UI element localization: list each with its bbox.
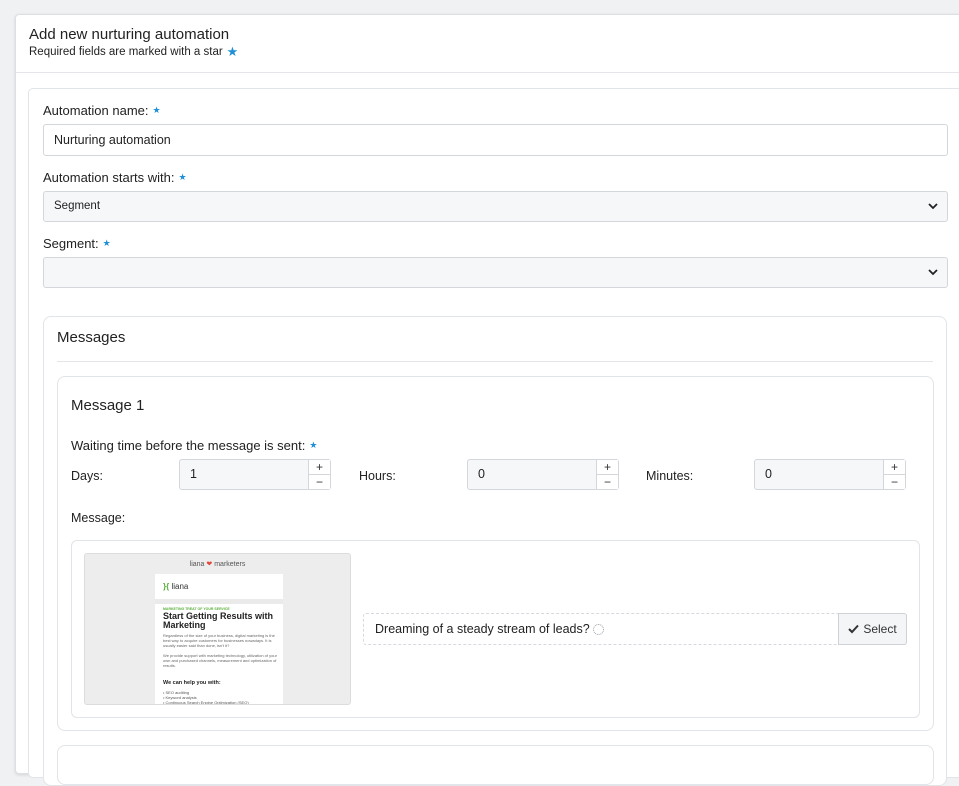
minutes-stepper-buttons: + − (883, 460, 905, 489)
chevron-down-icon (928, 203, 938, 210)
hours-value: 0 (478, 467, 485, 481)
increment-button[interactable]: + (309, 460, 330, 475)
days-value: 1 (190, 467, 197, 481)
decrement-button[interactable]: − (309, 475, 330, 490)
message-select-field[interactable]: Dreaming of a steady stream of leads? Se… (363, 613, 907, 645)
minutes-stepper[interactable]: 0 + − (754, 459, 906, 490)
required-star-icon: ★ (309, 440, 318, 450)
loading-spinner-icon (592, 623, 604, 635)
starts-with-label-text: Automation starts with: (43, 170, 175, 185)
message-selector-box: liana ❤ marketers }{ liana MARKETING TRE… (71, 540, 920, 718)
page-title: Add new nurturing automation (29, 26, 230, 43)
preview-header: liana ❤ marketers (85, 560, 350, 568)
preview-list-item: • Continuous Search Engine Optimization … (163, 700, 249, 705)
preview-document: }{ liana MARKETING TREAT OF YOUR SERVICE… (155, 574, 283, 705)
messages-panel: Messages Message 1 Waiting time before t… (43, 316, 947, 786)
preview-paragraph: Regardless of the size of your business,… (163, 633, 275, 648)
waiting-time-label-text: Waiting time before the message is sent: (71, 438, 306, 453)
segment-label: Segment: ★ (43, 236, 111, 251)
star-icon: ★ (226, 44, 239, 59)
message-card: Message 1 Waiting time before the messag… (57, 376, 934, 731)
message-label: Message: (71, 511, 126, 525)
messages-title: Messages (57, 329, 126, 346)
form-panel: Automation name: ★ Automation starts wit… (28, 88, 959, 786)
selected-message-text: Dreaming of a steady stream of leads? (375, 622, 590, 636)
preview-subheading: We can help you with: (163, 680, 221, 686)
hours-stepper-buttons: + − (596, 460, 618, 489)
preview-paragraph: We provide support with marketing techno… (163, 653, 277, 668)
days-stepper-buttons: + − (308, 460, 330, 489)
page-subtitle: Required fields are marked with a star ★ (29, 45, 238, 58)
minutes-label: Minutes: (646, 469, 694, 483)
preview-headline: Start Getting Results with Marketing (163, 611, 274, 630)
preview-header-tail: marketers (214, 561, 246, 568)
hours-label: Hours: (359, 469, 396, 483)
message-card-next (57, 745, 934, 785)
select-button-label: Select (863, 622, 897, 636)
subtitle-text: Required fields are marked with a star (29, 45, 223, 58)
preview-logo: }{ liana (163, 582, 188, 591)
select-button[interactable]: Select (838, 613, 907, 645)
chevron-down-icon (928, 269, 938, 276)
message-title: Message 1 (71, 397, 145, 414)
automation-card: Add new nurturing automation Required fi… (15, 14, 959, 786)
starts-with-value: Segment (54, 200, 101, 212)
messages-divider (57, 361, 933, 362)
logo-mark-icon: }{ (163, 582, 170, 591)
starts-with-select[interactable]: Segment (43, 191, 948, 222)
preview-logo-text: liana (171, 582, 189, 591)
preview-list-item-text: Continuous Search Engine Optimization (S… (165, 700, 249, 705)
days-stepper[interactable]: 1 + − (179, 459, 331, 490)
automation-name-label-text: Automation name: (43, 103, 149, 118)
required-star-icon: ★ (152, 105, 161, 115)
preview-separator (155, 599, 283, 604)
header-divider (16, 72, 959, 73)
minutes-value: 0 (765, 467, 772, 481)
waiting-time-label: Waiting time before the message is sent:… (71, 438, 317, 453)
days-label: Days: (71, 469, 103, 483)
decrement-button[interactable]: − (884, 475, 905, 490)
selected-message: Dreaming of a steady stream of leads? (375, 614, 604, 644)
automation-name-label: Automation name: ★ (43, 103, 161, 118)
check-icon (848, 624, 860, 634)
starts-with-label: Automation starts with: ★ (43, 170, 187, 185)
message-preview-thumbnail[interactable]: liana ❤ marketers }{ liana MARKETING TRE… (84, 553, 351, 705)
preview-header-brand: liana (189, 561, 205, 568)
automation-name-input[interactable] (43, 124, 948, 156)
hours-stepper[interactable]: 0 + − (467, 459, 619, 490)
decrement-button[interactable]: − (597, 475, 618, 490)
required-star-icon: ★ (102, 238, 111, 248)
increment-button[interactable]: + (884, 460, 905, 475)
increment-button[interactable]: + (597, 460, 618, 475)
segment-select[interactable] (43, 257, 948, 288)
segment-label-text: Segment: (43, 236, 99, 251)
heart-icon: ❤ (206, 561, 213, 568)
required-star-icon: ★ (178, 172, 187, 182)
